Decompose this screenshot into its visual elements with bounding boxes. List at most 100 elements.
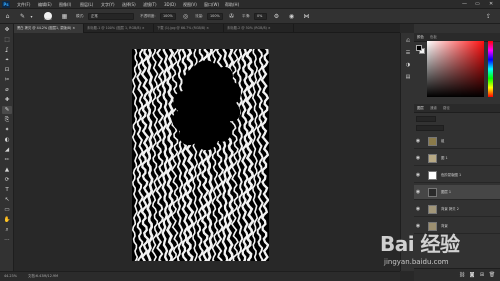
marquee-tool-icon[interactable]: ⬚: [2, 36, 12, 44]
hue-slider[interactable]: [488, 41, 493, 97]
layer-thumbnail: [428, 137, 437, 146]
document-size: 文档:6.43M/12.9M: [28, 274, 59, 278]
mode-select[interactable]: 正常: [88, 13, 134, 20]
white-stripe: [132, 49, 139, 261]
tab-document-4[interactable]: 未标题-2 @ 50% (RGB/8) ×: [224, 24, 294, 33]
symmetry-icon[interactable]: ⋈: [302, 12, 311, 21]
layer-thumbnail: [428, 188, 437, 197]
zoom-level[interactable]: 44.23%: [4, 272, 17, 281]
menu-edit[interactable]: 编辑(E): [38, 0, 52, 9]
smoothing-input[interactable]: 0%: [254, 13, 267, 20]
menu-3d[interactable]: 3D(D): [164, 0, 176, 9]
tab-document-1[interactable]: 黑白 拷贝 @ 44.2% (图层1, 蒙版/8) ×: [14, 24, 84, 33]
restore-button[interactable]: ▭: [475, 0, 480, 9]
layer-name: 图 1: [441, 156, 448, 160]
panel-foreground-swatch[interactable]: [416, 45, 422, 51]
properties-icon[interactable]: ☰: [404, 49, 412, 57]
tab-document-2[interactable]: 未标题-1 @ 100% (图层 1, RGB/8) ×: [84, 24, 154, 33]
dodge-tool-icon[interactable]: ▲: [2, 166, 12, 174]
rectangle-tool-icon[interactable]: ▭: [2, 206, 12, 214]
history-brush-tool-icon[interactable]: ✦: [2, 126, 12, 134]
baidu-watermark: Bai 经验 jingyan.baidu.com: [380, 228, 490, 273]
layer-row[interactable]: ◉ 色阶蒙版图 1: [414, 168, 500, 183]
canvas-artwork: [132, 49, 269, 261]
document-tabs: 黑白 拷贝 @ 44.2% (图层1, 蒙版/8) × 未标题-1 @ 100%…: [14, 24, 400, 33]
layer-row[interactable]: ◉ 背景 拷贝 2: [414, 202, 500, 217]
frame-tool-icon[interactable]: ✂: [2, 76, 12, 84]
brush-settings-icon[interactable]: ▦: [60, 12, 69, 21]
layer-name: 图层 1: [441, 190, 452, 194]
blend-mode-select[interactable]: [416, 125, 444, 131]
adjustments-icon[interactable]: ◑: [404, 61, 412, 69]
menu-window[interactable]: 窗口(W): [204, 0, 219, 9]
tab-channels[interactable]: 通道: [430, 104, 437, 113]
pressure-opacity-icon[interactable]: ◎: [181, 12, 190, 21]
blur-tool-icon[interactable]: ✏: [2, 156, 12, 164]
zoom-tool-icon[interactable]: ⌕: [2, 226, 12, 234]
eraser-tool-icon[interactable]: ◐: [2, 136, 12, 144]
layer-row[interactable]: ◉ 图 1: [414, 151, 500, 166]
white-stripe: [236, 49, 244, 261]
canvas-workspace[interactable]: [14, 33, 400, 271]
color-picker-field[interactable]: [427, 41, 484, 97]
home-icon[interactable]: ⌂: [3, 12, 12, 21]
share-icon[interactable]: ⇪: [484, 12, 493, 21]
tab-color[interactable]: 颜色: [417, 33, 424, 42]
document-canvas[interactable]: [132, 49, 269, 261]
brush-tool-icon[interactable]: ✎: [2, 106, 12, 114]
quick-select-tool-icon[interactable]: ⌖: [2, 56, 12, 64]
history-icon[interactable]: ⎌: [404, 37, 412, 45]
layer-thumbnail: [428, 154, 437, 163]
layer-filter-select[interactable]: [416, 116, 436, 122]
layer-row[interactable]: ◉ 图层 1: [414, 185, 500, 200]
white-stripe: [140, 49, 150, 261]
opacity-input[interactable]: 100%: [160, 13, 176, 20]
healing-brush-tool-icon[interactable]: ✚: [2, 96, 12, 104]
eye-icon[interactable]: ◉: [415, 172, 421, 178]
type-tool-icon[interactable]: T: [2, 186, 12, 194]
watermark-url: jingyan.baidu.com: [384, 258, 449, 266]
tab-document-3[interactable]: 下载 (1).jpg @ 66.7% (RGB/8) ×: [154, 24, 224, 33]
chevron-down-icon[interactable]: ▾: [27, 12, 36, 21]
lasso-tool-icon[interactable]: ʆ: [2, 46, 12, 54]
layer-thumbnail: [428, 205, 437, 214]
move-tool-icon[interactable]: ✥: [2, 26, 12, 34]
status-bar: 44.23% 文档:6.43M/12.9M: [0, 271, 400, 281]
menu-bar: Ps 文件(F) 编辑(E) 图像(I) 图层(L) 文字(Y) 选择(S) 滤…: [0, 0, 500, 9]
tab-paths[interactable]: 路径: [443, 104, 450, 113]
more-tools-icon[interactable]: ⋯: [2, 236, 12, 244]
gradient-tool-icon[interactable]: ◢: [2, 146, 12, 154]
eye-icon[interactable]: ◉: [415, 189, 421, 195]
minimize-button[interactable]: —: [462, 0, 467, 9]
brush-tool-icon[interactable]: ✎: [18, 12, 27, 21]
menu-layer[interactable]: 图层(L): [80, 0, 93, 9]
mode-label: 模式:: [76, 14, 85, 18]
path-select-tool-icon[interactable]: ↖: [2, 196, 12, 204]
menu-filter[interactable]: 滤镜(T): [143, 0, 157, 9]
airbrush-icon[interactable]: ✇: [227, 12, 236, 21]
menu-type[interactable]: 文字(Y): [101, 0, 115, 9]
menu-help[interactable]: 帮助(H): [225, 0, 239, 9]
tab-layers[interactable]: 图层: [417, 104, 424, 113]
close-button[interactable]: ✕: [489, 0, 493, 9]
flow-input[interactable]: 100%: [207, 13, 223, 20]
eye-icon[interactable]: ◉: [415, 138, 421, 144]
crop-tool-icon[interactable]: ⊡: [2, 66, 12, 74]
hand-tool-icon[interactable]: ✋: [2, 216, 12, 224]
menu-view[interactable]: 视图(V): [183, 0, 197, 9]
menu-file[interactable]: 文件(F): [17, 0, 30, 9]
gear-icon[interactable]: ⚙: [272, 12, 281, 21]
eye-icon[interactable]: ◉: [415, 155, 421, 161]
eyedropper-tool-icon[interactable]: ⌀: [2, 86, 12, 94]
white-stripe: [151, 49, 159, 261]
clone-stamp-tool-icon[interactable]: ⎘: [2, 116, 12, 124]
menu-image[interactable]: 图像(I): [59, 0, 71, 9]
eye-icon[interactable]: ◉: [415, 206, 421, 212]
menu-select[interactable]: 选择(S): [122, 0, 136, 9]
layer-row[interactable]: ◉ 组: [414, 134, 500, 149]
libraries-icon[interactable]: ▤: [404, 73, 412, 81]
white-stripe: [240, 49, 249, 261]
pressure-size-icon[interactable]: ◉: [287, 12, 296, 21]
pen-tool-icon[interactable]: ⟳: [2, 176, 12, 184]
layers-panel-header: 图层 通道 路径: [414, 104, 500, 113]
